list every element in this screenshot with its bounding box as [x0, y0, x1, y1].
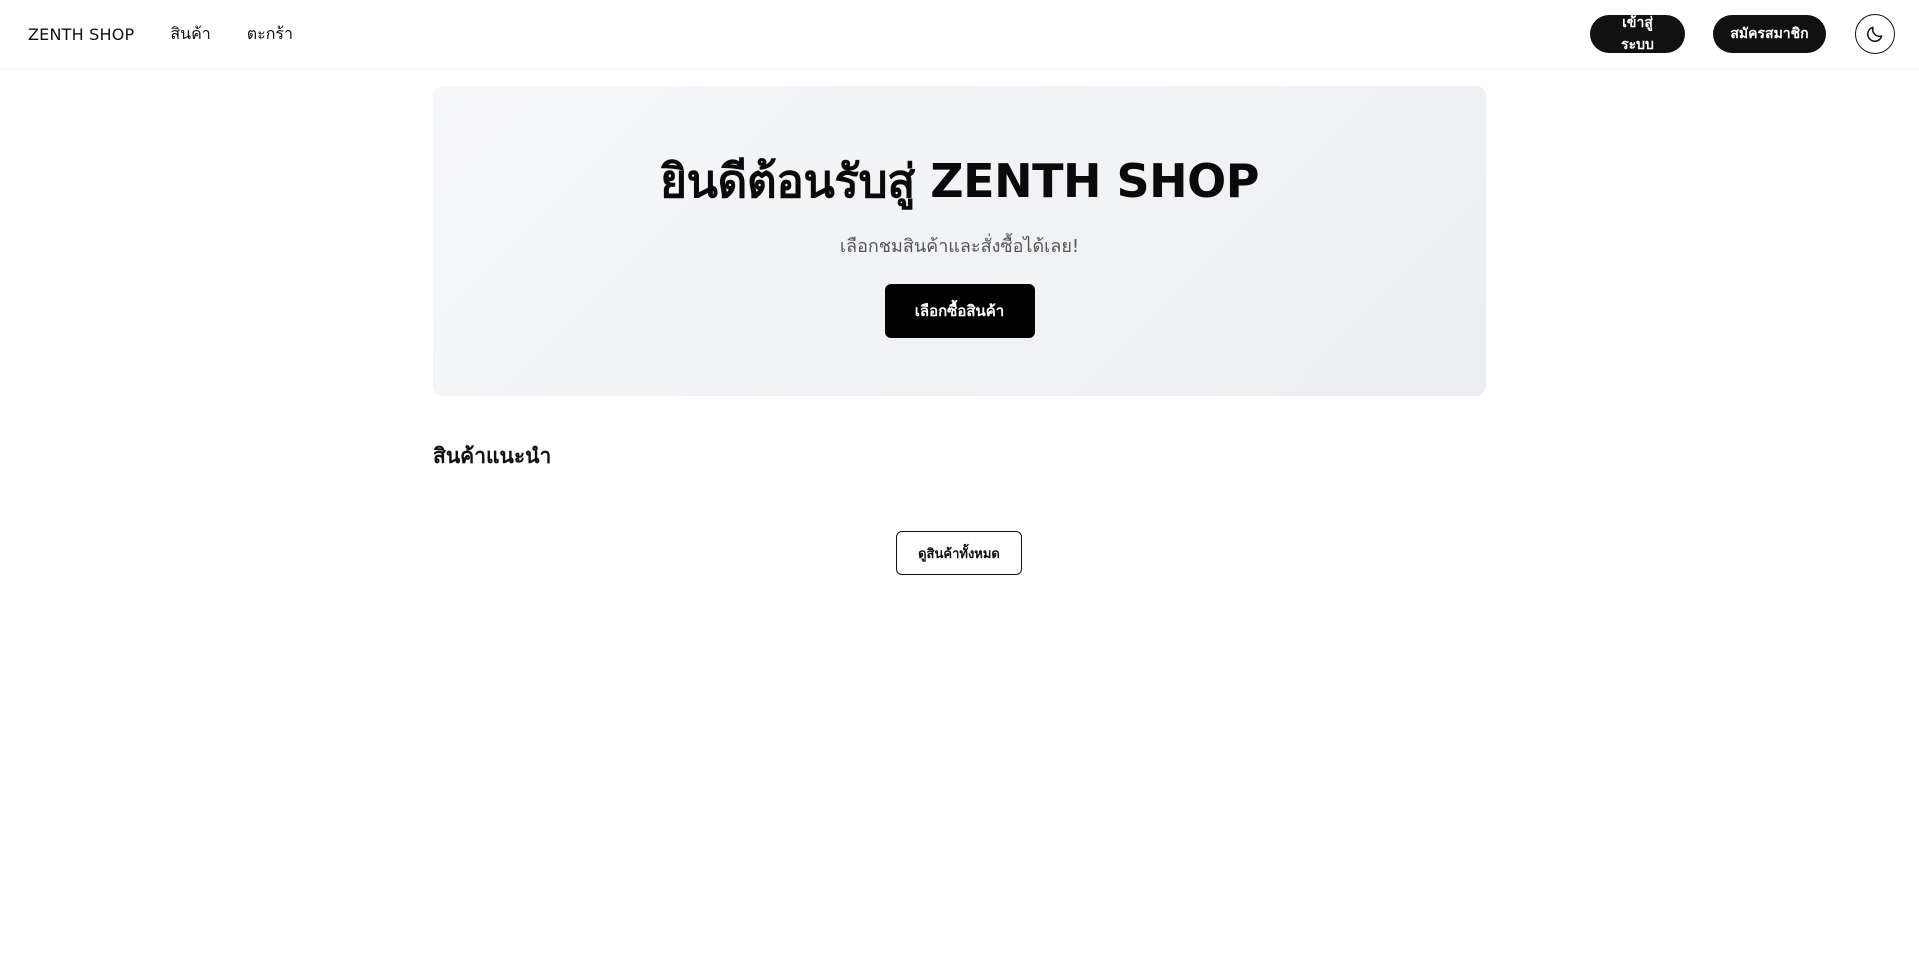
hero-subtitle: เลือกชมสินค้าและสั่งซื้อได้เลย! [839, 235, 1080, 257]
hero-banner: ยินดีต้อนรับสู่ ZENTH SHOP เลือกชมสินค้า… [433, 86, 1486, 396]
brand-logo-link[interactable]: ZENTH SHOP [28, 25, 134, 44]
featured-products-heading: สินค้าแนะนำ [433, 444, 552, 468]
moon-icon [1867, 26, 1883, 42]
login-button[interactable]: เข้าสู่ระบบ [1590, 15, 1685, 53]
theme-toggle-button[interactable] [1855, 14, 1895, 54]
top-navbar: ZENTH SHOP สินค้า ตะกร้า เข้าสู่ระบบ สมั… [0, 0, 1919, 68]
nav-link-cart[interactable]: ตะกร้า [247, 22, 293, 47]
nav-left: ZENTH SHOP สินค้า ตะกร้า [0, 22, 293, 47]
shop-now-button[interactable]: เลือกซื้อสินค้า [884, 283, 1035, 338]
view-all-products-button[interactable]: ดูสินค้าทั้งหมด [896, 531, 1022, 575]
nav-actions: เข้าสู่ระบบ สมัครสมาชิก [1590, 14, 1895, 54]
register-button[interactable]: สมัครสมาชิก [1713, 15, 1826, 53]
hero-title: ยินดีต้อนรับสู่ ZENTH SHOP [660, 154, 1259, 208]
nav-link-products[interactable]: สินค้า [170, 22, 210, 47]
